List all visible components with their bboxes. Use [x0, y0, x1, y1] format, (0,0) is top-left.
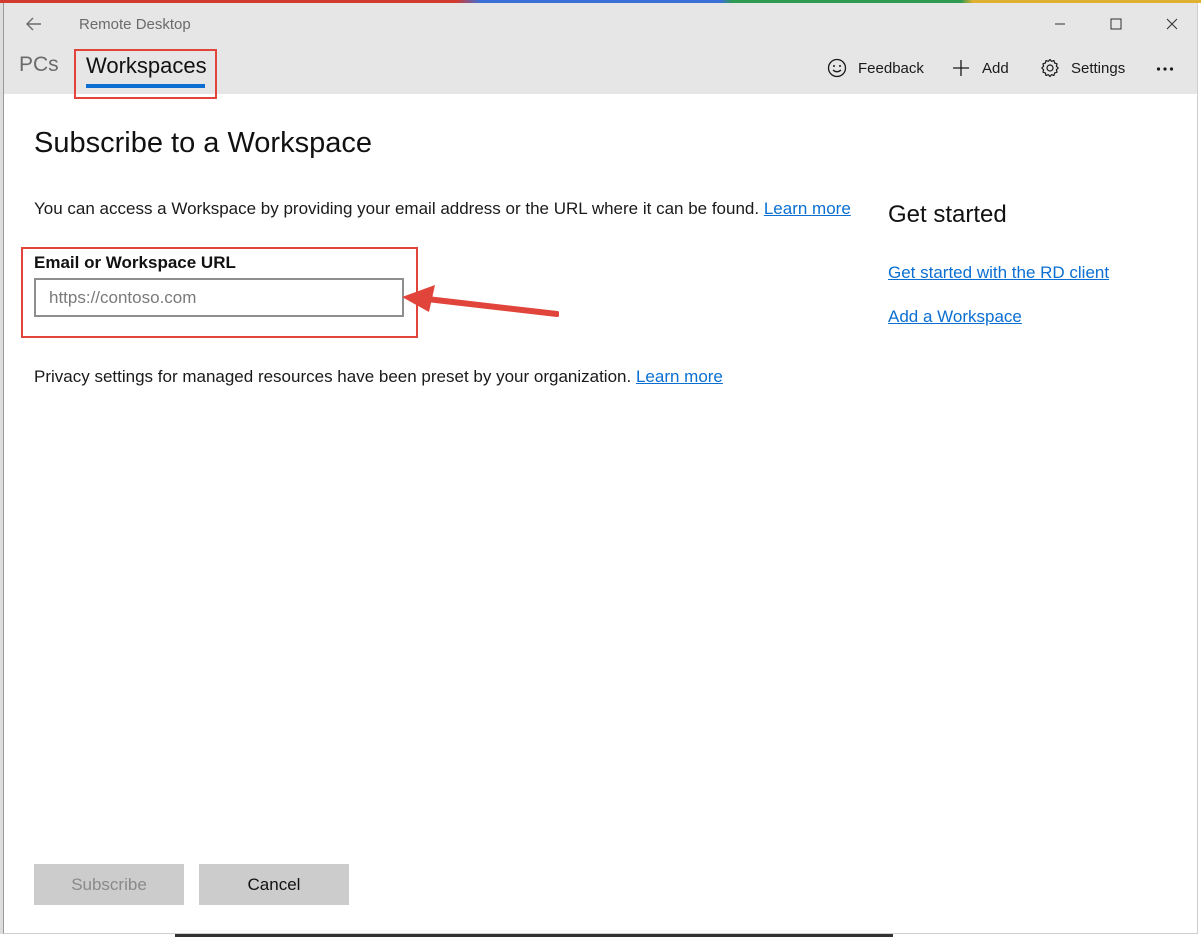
get-started-title: Get started	[888, 201, 1007, 228]
minimize-icon	[1054, 17, 1066, 35]
privacy-learn-more-link[interactable]: Learn more	[636, 367, 723, 386]
field-label: Email or Workspace URL	[34, 253, 236, 272]
remote-desktop-window: Remote Desktop PCs Workspaces Feedback A…	[3, 3, 1198, 934]
page-title: Subscribe to a Workspace	[34, 127, 372, 159]
learn-more-link[interactable]: Learn more	[764, 199, 851, 218]
minimize-button[interactable]	[1037, 11, 1083, 41]
privacy-text: Privacy settings for managed resources h…	[34, 367, 723, 387]
title-bar: Remote Desktop PCs Workspaces Feedback A…	[4, 3, 1197, 99]
back-button[interactable]	[18, 11, 50, 41]
get-started-rd-client-link[interactable]: Get started with the RD client	[888, 263, 1109, 283]
intro-message: You can access a Workspace by providing …	[34, 199, 760, 218]
settings-label: Settings	[1071, 59, 1126, 77]
close-button[interactable]	[1149, 11, 1195, 41]
annotation-arrow	[402, 285, 559, 317]
smiley-icon	[826, 57, 848, 79]
plus-icon	[950, 57, 972, 79]
add-button[interactable]: Add	[950, 57, 1009, 79]
close-icon	[1166, 17, 1178, 35]
intro-text: You can access a Workspace by providing …	[34, 199, 851, 219]
maximize-button[interactable]	[1093, 11, 1139, 41]
more-button[interactable]	[1152, 57, 1178, 79]
feedback-button[interactable]: Feedback	[826, 57, 924, 79]
workspace-url-input[interactable]	[34, 278, 404, 317]
maximize-icon	[1110, 17, 1122, 35]
more-icon	[1156, 59, 1174, 77]
feedback-label: Feedback	[858, 59, 924, 77]
settings-button[interactable]: Settings	[1039, 57, 1125, 79]
gear-icon	[1039, 57, 1061, 79]
tab-workspaces[interactable]: Workspaces	[86, 53, 207, 79]
add-label: Add	[982, 59, 1009, 77]
app-title: Remote Desktop	[79, 16, 191, 33]
add-workspace-link[interactable]: Add a Workspace	[888, 307, 1022, 327]
cancel-button[interactable]: Cancel	[199, 864, 349, 905]
privacy-message: Privacy settings for managed resources h…	[34, 367, 632, 386]
back-arrow-icon	[26, 17, 42, 36]
subscribe-button[interactable]: Subscribe	[34, 864, 184, 905]
tab-pcs[interactable]: PCs	[19, 53, 59, 77]
active-tab-indicator	[86, 84, 205, 88]
